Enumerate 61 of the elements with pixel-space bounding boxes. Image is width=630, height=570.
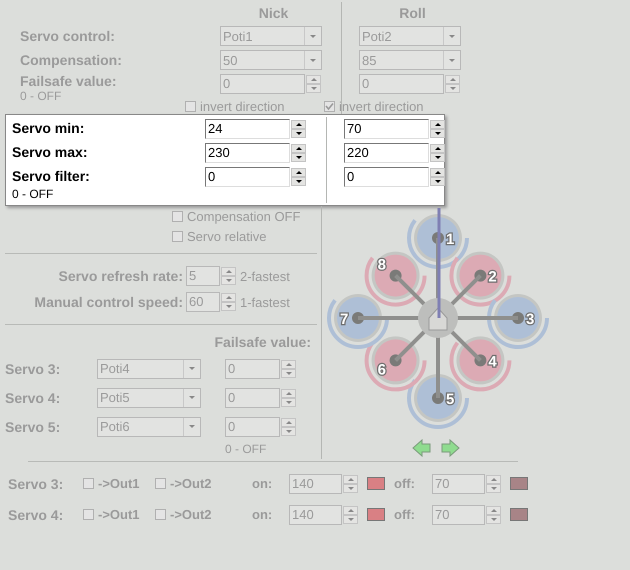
spin-up-button[interactable] <box>291 120 306 129</box>
field-label: Servo refresh rate: <box>57 268 184 284</box>
left-arrow-icon[interactable] <box>412 438 432 458</box>
motor-number: 1 <box>446 231 454 248</box>
spin-up-button[interactable] <box>291 168 306 177</box>
field-label: Servo 4: <box>8 506 64 522</box>
motor-number: 8 <box>378 256 386 274</box>
spin-down-button[interactable] <box>291 129 306 138</box>
spin-down-button[interactable] <box>291 153 306 162</box>
spin-up-button[interactable] <box>430 144 445 153</box>
field-note: 0 - OFF <box>225 442 266 456</box>
field-label: Servo min: <box>12 119 84 138</box>
field-note: 0 - OFF <box>12 187 54 201</box>
field-label: off: <box>394 476 416 491</box>
number-field[interactable]: 24 <box>205 119 290 139</box>
field-label: off: <box>394 507 416 522</box>
checkbox-label: invert direction <box>200 98 285 114</box>
field-label: Compensation: <box>20 52 122 68</box>
field-label: on: <box>252 476 274 491</box>
checkbox-label: Servo relative <box>187 228 266 244</box>
motor-number: 5 <box>446 391 454 408</box>
field-label: Servo filter: <box>12 167 90 186</box>
checkbox-label: Compensation OFF <box>187 208 300 224</box>
motor-number: 4 <box>488 353 497 370</box>
spin-down-button[interactable] <box>430 129 445 138</box>
spin-up-button[interactable] <box>430 168 445 177</box>
field-label: Servo 5: <box>5 418 62 434</box>
spin-down-button[interactable] <box>291 177 306 186</box>
checkbox-label: ->Out1 <box>98 507 140 522</box>
checkbox-label: ->Out2 <box>170 476 212 491</box>
field-label: Failsafe value: <box>20 73 116 89</box>
spin-up-button[interactable] <box>430 120 445 129</box>
field-label: Servo max: <box>12 143 88 162</box>
checkbox-label: ->Out2 <box>170 507 212 522</box>
motor-number: 3 <box>526 311 534 328</box>
number-field[interactable]: 0 <box>344 167 429 187</box>
column-header: Roll <box>398 4 427 23</box>
column-header: Nick <box>258 4 290 23</box>
field-label: Servo control: <box>20 28 115 44</box>
motor-number: 2 <box>488 268 497 286</box>
column-header: Failsafe value: <box>214 334 311 350</box>
field-label: Servo 3: <box>8 476 64 492</box>
motor-number: 6 <box>378 361 386 378</box>
spin-down-button[interactable] <box>430 153 445 162</box>
number-field[interactable]: 70 <box>344 119 429 139</box>
field-note: 0 - OFF <box>20 89 62 103</box>
number-field[interactable]: 0 <box>205 167 290 187</box>
right-arrow-icon[interactable] <box>440 438 460 458</box>
number-field[interactable]: 220 <box>344 143 429 163</box>
field-label: Servo 4: <box>5 390 62 406</box>
spin-up-button[interactable] <box>291 144 306 153</box>
checkbox-label: ->Out1 <box>98 476 140 491</box>
number-field[interactable]: 230 <box>205 143 290 163</box>
field-hint: 1-fastest <box>240 294 290 310</box>
field-label: Servo 3: <box>5 360 62 376</box>
checkbox-label: invert direction <box>339 98 424 114</box>
spin-down-button[interactable] <box>430 177 445 186</box>
field-hint: 2-fastest <box>240 268 290 284</box>
motor-number: 7 <box>340 311 348 328</box>
field-label: on: <box>252 507 274 522</box>
field-label: Manual control speed: <box>33 294 184 310</box>
